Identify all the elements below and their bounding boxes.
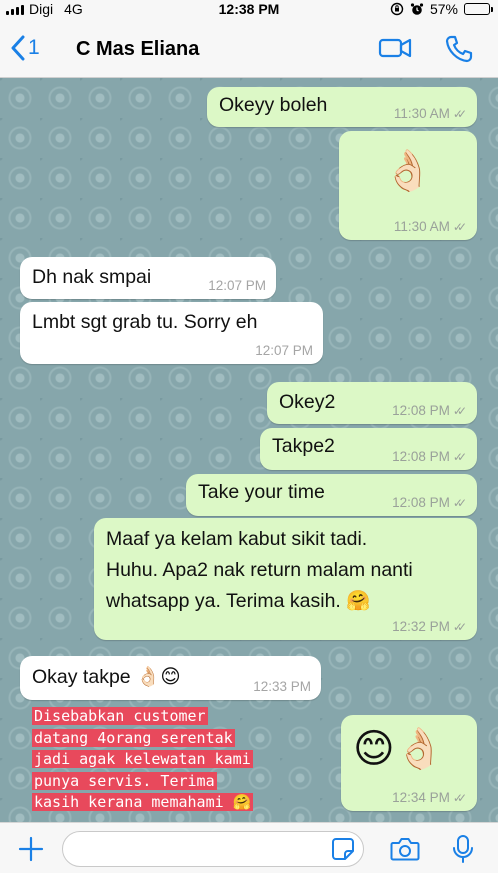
message-time: 12:07 PM [255, 343, 313, 358]
message-meta: 12:34 PM ✓✓ [392, 790, 467, 805]
message-time: 12:08 PM [392, 495, 450, 510]
message-line: Maaf ya kelam kabut sikit tadi. [106, 528, 368, 550]
unread-count: 1 [28, 36, 40, 59]
double-check-icon: ✓✓ [452, 106, 467, 121]
sticker-button[interactable] [331, 837, 355, 866]
message-text: Okeyy boleh [219, 94, 328, 116]
message-incoming[interactable]: Lmbt sgt grab tu. Sorry eh 12:07 PM [20, 302, 323, 364]
message-time: 12:33 PM [253, 679, 311, 694]
plus-icon [18, 836, 44, 862]
message-time: 11:30 AM [393, 219, 450, 234]
message-text: Okay takpe 👌🏻😊 [32, 666, 181, 688]
message-outgoing[interactable]: 👌🏻 11:30 AM ✓✓ [339, 131, 477, 240]
double-check-icon: ✓✓ [452, 403, 467, 418]
message-incoming[interactable]: Okay takpe 👌🏻😊 12:33 PM [20, 656, 321, 700]
double-check-icon: ✓✓ [452, 495, 467, 510]
message-text: Dh nak smpai [32, 266, 152, 288]
battery-icon [464, 3, 493, 15]
message-line: whatsapp ya. Terima kasih. 🤗 [106, 590, 371, 612]
message-time: 12:34 PM [392, 790, 450, 805]
rotation-lock-icon [390, 2, 404, 16]
smile-ok-emoji: 😊👌🏻 [353, 727, 445, 771]
message-text: Takpe2 [272, 435, 335, 457]
double-check-icon: ✓✓ [452, 619, 467, 634]
video-call-button[interactable] [378, 34, 412, 67]
sticker-icon [332, 838, 354, 860]
caption-line: punya servis. Terima [32, 771, 217, 790]
microphone-icon [453, 835, 473, 863]
phone-icon [445, 35, 473, 63]
message-outgoing[interactable]: Takpe2 12:08 PM ✓✓ [260, 428, 477, 470]
back-button[interactable]: 1 [10, 35, 40, 61]
caption-line: kasih kerana memahami 🤗 [32, 793, 254, 811]
contact-name[interactable]: C Mas Eliana [76, 38, 199, 61]
message-outgoing[interactable]: Okey2 12:08 PM ✓✓ [267, 382, 477, 424]
message-line: Huhu. Apa2 nak return malam nanti [106, 559, 413, 581]
microphone-button[interactable] [452, 834, 474, 869]
double-check-icon: ✓✓ [452, 449, 467, 464]
message-meta: 11:30 AM ✓✓ [394, 106, 467, 121]
message-time: 12:07 PM [208, 278, 266, 293]
double-check-icon: ✓✓ [452, 790, 467, 805]
message-outgoing[interactable]: Maaf ya kelam kabut sikit tadi. Huhu. Ap… [94, 518, 477, 640]
chevron-left-icon [11, 35, 25, 61]
message-text: Lmbt sgt grab tu. Sorry eh [32, 311, 258, 333]
camera-button[interactable] [390, 836, 420, 867]
alarm-icon [410, 3, 424, 15]
message-text: Okey2 [279, 391, 336, 413]
message-meta: 12:07 PM [208, 278, 266, 293]
message-input-bar [0, 822, 498, 873]
message-outgoing[interactable]: Take your time 12:08 PM ✓✓ [186, 474, 477, 516]
message-outgoing[interactable]: 😊👌🏻 12:34 PM ✓✓ [341, 715, 477, 811]
battery-percent: 57% [429, 1, 458, 17]
chat-header: 1 C Mas Eliana [0, 20, 498, 78]
status-right: 57% [390, 1, 493, 17]
message-meta: 12:08 PM ✓✓ [392, 403, 467, 418]
message-incoming[interactable]: Dh nak smpai 12:07 PM [20, 257, 276, 299]
message-outgoing[interactable]: Okeyy boleh 11:30 AM ✓✓ [207, 87, 477, 127]
message-meta: 11:30 AM ✓✓ [394, 219, 467, 234]
caption-line: datang 4orang serentak [32, 728, 235, 747]
overlay-caption: Disebabkan customer datang 4orang serent… [32, 706, 254, 814]
message-meta: 12:33 PM [253, 679, 311, 694]
voice-call-button[interactable] [444, 34, 474, 69]
message-time: 12:08 PM [392, 403, 450, 418]
message-time: 11:30 AM [393, 106, 450, 121]
status-bar: Digi 4G 12:38 PM 57% [0, 0, 498, 20]
message-time: 12:32 PM [392, 619, 450, 634]
message-meta: 12:32 PM ✓✓ [392, 619, 467, 634]
message-input[interactable] [62, 831, 364, 867]
ok-hand-emoji: 👌🏻 [383, 149, 433, 193]
caption-line: Disebabkan customer [32, 707, 208, 725]
camera-icon [390, 838, 420, 861]
message-text: Take your time [198, 481, 325, 503]
attach-button[interactable] [18, 836, 44, 867]
message-meta: 12:08 PM ✓✓ [392, 449, 467, 464]
caption-line: jadi agak kelewatan kami [32, 750, 253, 768]
message-text: Maaf ya kelam kabut sikit tadi. Huhu. Ap… [106, 524, 413, 617]
double-check-icon: ✓✓ [452, 219, 467, 234]
message-meta: 12:07 PM [255, 343, 313, 358]
message-meta: 12:08 PM ✓✓ [392, 495, 467, 510]
video-camera-icon [378, 38, 412, 58]
message-time: 12:08 PM [392, 449, 450, 464]
